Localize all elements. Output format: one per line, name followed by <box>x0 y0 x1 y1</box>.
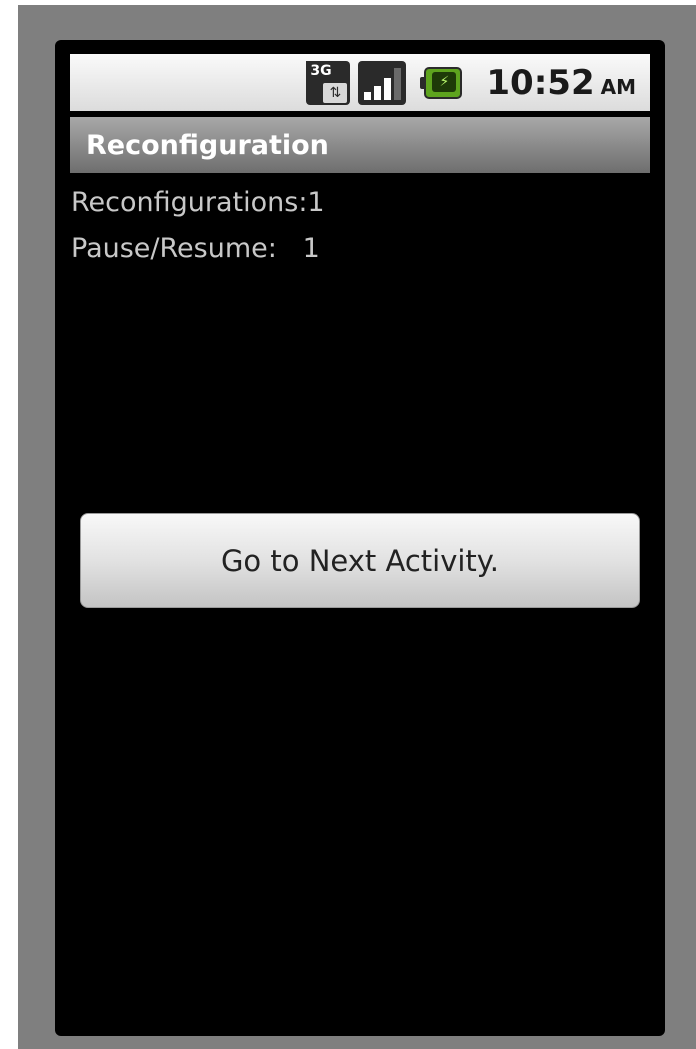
signal-strength-icon <box>358 60 407 105</box>
battery-charging-icon: ⚡ <box>420 66 464 99</box>
app-title: Reconfiguration <box>86 129 329 161</box>
device-screen: 3G ⇅ ⚡ 10:52 AM Reconfiguration Reconfig… <box>55 40 665 1036</box>
pause-resume-label: Pause/Resume: <box>71 233 303 264</box>
status-icons: 3G ⇅ ⚡ 10:52 AM <box>306 54 636 111</box>
reconfigurations-value: 1 <box>307 187 325 218</box>
title-bar: Reconfiguration <box>70 117 650 173</box>
status-clock: 10:52 AM <box>486 63 636 103</box>
clock-time: 10:52 <box>486 62 595 103</box>
network-type-label: 3G <box>306 60 336 81</box>
network-3g-icon: 3G ⇅ <box>306 60 351 105</box>
reconfigurations-row: Reconfigurations:1 <box>71 180 325 226</box>
go-to-next-activity-button[interactable]: Go to Next Activity. <box>80 513 640 608</box>
reconfigurations-label: Reconfigurations: <box>71 187 308 218</box>
next-button-label: Go to Next Activity. <box>220 543 500 578</box>
pause-resume-row: Pause/Resume: 1 <box>71 226 325 272</box>
data-transfer-icon: ⇅ <box>323 82 348 103</box>
clock-ampm: AM <box>600 74 636 99</box>
status-bar: 3G ⇅ ⚡ 10:52 AM <box>70 54 650 111</box>
pause-resume-value: 1 <box>302 233 320 264</box>
stats-panel: Reconfigurations:1 Pause/Resume: 1 <box>71 180 325 272</box>
